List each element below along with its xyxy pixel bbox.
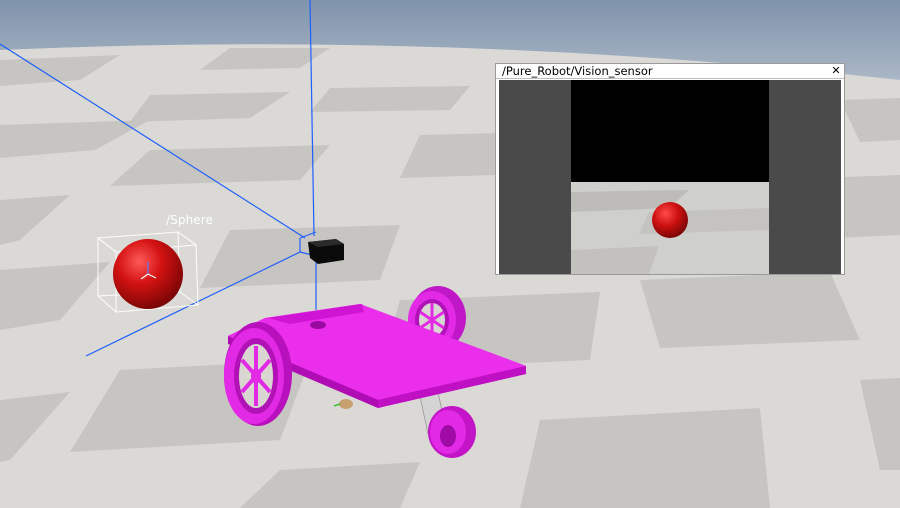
vision-sensor[interactable]: [308, 239, 344, 264]
sphere-label: /Sphere: [166, 213, 214, 227]
close-icon[interactable]: ✕: [830, 64, 842, 78]
window-titlebar[interactable]: /Pure_Robot/Vision_sensor ✕: [496, 64, 844, 79]
vision-sensor-window[interactable]: /Pure_Robot/Vision_sensor ✕: [495, 63, 845, 275]
vision-sensor-image: [499, 80, 841, 274]
camera-sphere: [652, 202, 688, 238]
window-title: /Pure_Robot/Vision_sensor: [502, 64, 653, 78]
